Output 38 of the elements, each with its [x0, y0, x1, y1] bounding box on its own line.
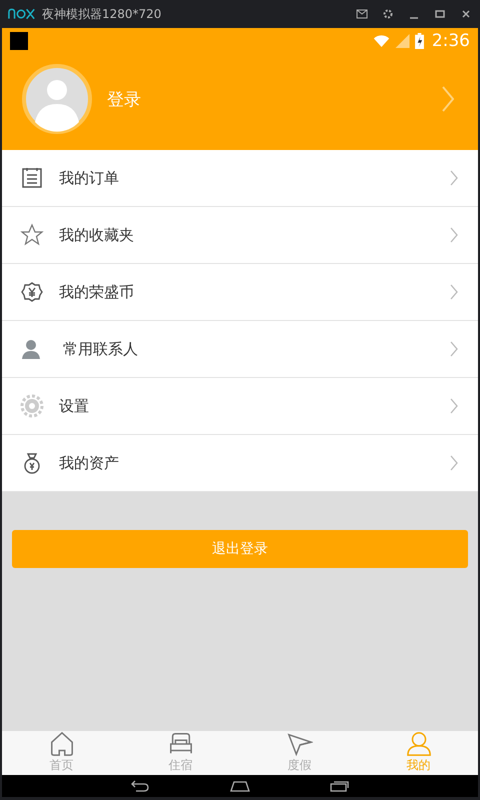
chevron-icon: [450, 170, 458, 186]
recent-apps-icon[interactable]: [330, 780, 350, 792]
logo-icon: [8, 8, 36, 20]
chevron-icon: [450, 455, 458, 471]
menu-item[interactable]: 常用联系人: [2, 321, 478, 378]
menu-label: 设置: [59, 396, 89, 416]
gear-icon: [20, 394, 44, 418]
menu-item[interactable]: 我的资产: [2, 435, 478, 492]
menu-label: 常用联系人: [63, 340, 138, 358]
list-icon: [20, 166, 44, 190]
person-icon: [406, 731, 432, 757]
menu-item[interactable]: 我的订单: [2, 150, 478, 207]
back-icon[interactable]: [130, 780, 150, 792]
chevron-icon: [450, 341, 458, 357]
close-icon[interactable]: [460, 8, 472, 20]
home-icon[interactable]: [230, 780, 250, 792]
emulator-title: 夜神模拟器1280*720: [42, 6, 162, 22]
menu-label: 我的资产: [59, 454, 119, 472]
chevron-icon: [450, 227, 458, 243]
menu-label: 我的收藏夹: [59, 226, 134, 244]
signal-icon: [394, 34, 411, 48]
settings-icon[interactable]: [382, 8, 394, 20]
menu-item[interactable]: 我的收藏夹: [2, 207, 478, 264]
menu-item[interactable]: 我的荣盛币: [2, 264, 478, 321]
battery-icon: [414, 33, 424, 49]
menu-item[interactable]: 设置: [2, 378, 478, 435]
star-icon: [20, 223, 44, 247]
wifi-icon: [372, 34, 390, 48]
house-icon: [48, 731, 74, 757]
chevron-icon: [450, 284, 458, 300]
menu-label: 我的订单: [59, 168, 119, 188]
mail-icon[interactable]: [356, 8, 368, 20]
coin-icon: [20, 280, 44, 304]
maximize-icon[interactable]: [434, 8, 446, 20]
clock-time: 2:36: [432, 31, 470, 51]
chevron-icon: [450, 398, 458, 414]
paper-plane-icon: [286, 731, 312, 757]
menu-label: 我的荣盛币: [59, 282, 134, 302]
